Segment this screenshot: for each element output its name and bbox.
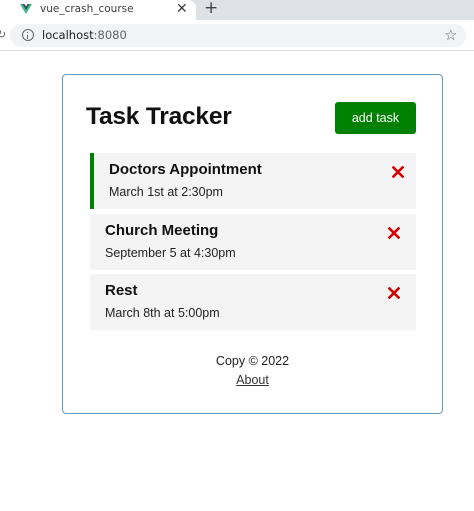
task-item[interactable]: Church Meeting September 5 at 4:30pm (90, 214, 416, 270)
task-day: March 1st at 2:30pm (109, 185, 223, 199)
browser-tab[interactable]: vue_crash_course ✕ (0, 0, 196, 20)
page-title: Task Tracker (86, 103, 232, 130)
url-text[interactable]: localhost:8080 (42, 28, 127, 42)
about-link[interactable]: About (236, 373, 269, 387)
tab-close-icon[interactable]: ✕ (176, 1, 188, 17)
task-day: March 8th at 5:00pm (105, 306, 220, 320)
task-title: Church Meeting (105, 222, 219, 239)
task-title: Rest (105, 282, 138, 299)
url-port: :8080 (93, 28, 127, 42)
task-day: September 5 at 4:30pm (105, 246, 236, 260)
browser-tab-strip: vue_crash_course ✕ + (0, 0, 474, 20)
address-bar[interactable]: localhost:8080 ☆ (10, 24, 466, 47)
browser-toolbar: ↻ localhost:8080 ☆ (0, 20, 474, 51)
app-container: Task Tracker add task Doctors Appointmen… (62, 74, 443, 414)
info-icon[interactable] (22, 29, 34, 41)
reload-icon[interactable]: ↻ (0, 28, 6, 41)
add-task-button[interactable]: add task (335, 102, 416, 134)
task-title: Doctors Appointment (109, 161, 262, 178)
delete-icon[interactable] (388, 227, 400, 239)
new-tab-icon[interactable]: + (204, 0, 218, 18)
star-icon[interactable]: ☆ (444, 26, 457, 44)
url-host: localhost (42, 28, 94, 42)
task-item[interactable]: Rest March 8th at 5:00pm (90, 274, 416, 330)
task-item[interactable]: Doctors Appointment March 1st at 2:30pm (90, 153, 416, 209)
footer-about: About (63, 373, 442, 387)
footer-copyright: Copy © 2022 (215, 354, 290, 368)
delete-icon[interactable] (392, 166, 404, 178)
tab-title: vue_crash_course (40, 3, 134, 15)
delete-icon[interactable] (388, 287, 400, 299)
vue-favicon-icon (20, 4, 32, 14)
